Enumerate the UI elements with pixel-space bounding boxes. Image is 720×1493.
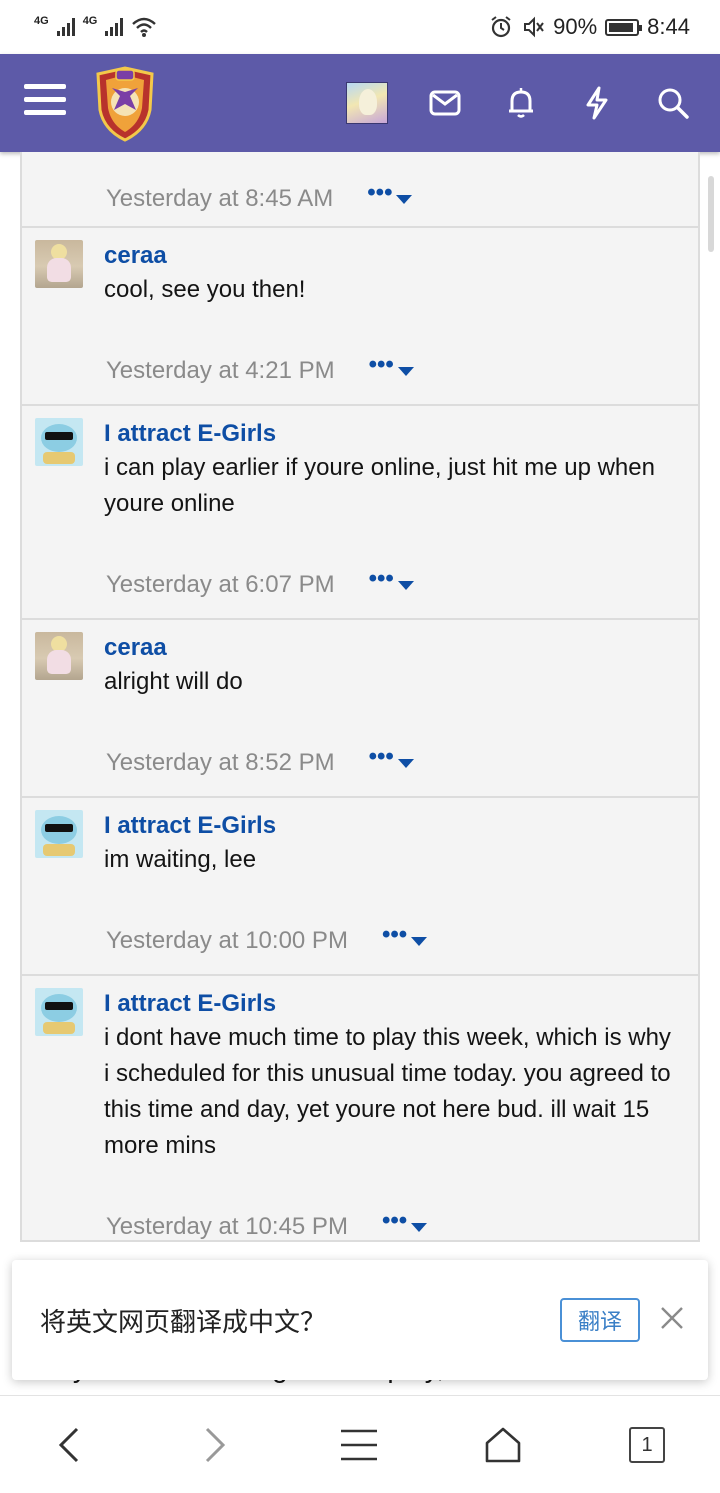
user-avatar[interactable] [346, 82, 388, 124]
bell-icon[interactable] [498, 80, 544, 126]
wifi-icon [132, 17, 157, 37]
signal-icon-2 [105, 18, 124, 36]
avatar[interactable] [35, 240, 83, 288]
app-header [0, 54, 720, 152]
network-type-1: 4G [34, 15, 49, 27]
message-text: alright will do [104, 668, 243, 695]
menu-button[interactable] [334, 1420, 384, 1470]
chevron-down-icon [411, 936, 428, 946]
battery-icon [605, 18, 643, 36]
more-dots-icon: ••• [368, 743, 394, 770]
back-button[interactable] [44, 1420, 94, 1470]
more-dots-icon: ••• [381, 921, 408, 948]
avatar[interactable] [35, 418, 83, 466]
more-menu-button[interactable]: ••• [369, 567, 414, 591]
translate-prompt: 将英文网页翻译成中文？ [40, 1307, 327, 1337]
more-dots-icon: ••• [367, 179, 393, 206]
more-menu-button[interactable]: ••• [367, 181, 413, 205]
clock: 8:44 [647, 14, 690, 39]
message-item: I attract E-Girls im waiting, lee Yester… [22, 798, 698, 976]
message-text: i dont have much time to play this week,… [104, 1024, 671, 1159]
message-text: cool, see you then! [104, 276, 306, 303]
message-item: Yesterday at 8:45 AM ••• [22, 152, 698, 228]
chevron-down-icon [411, 1222, 428, 1232]
timestamp[interactable]: Yesterday at 4:21 PM [106, 357, 335, 385]
message-text: i can play earlier if youre online, just… [104, 454, 655, 517]
timestamp[interactable]: Yesterday at 8:45 AM [106, 185, 333, 213]
message-meta: Yesterday at 10:45 PM ••• [104, 1194, 678, 1240]
username-link[interactable]: ceraa [104, 240, 678, 272]
more-dots-icon: ••• [381, 1207, 408, 1234]
more-menu-button[interactable]: ••• [369, 745, 414, 769]
home-button[interactable] [478, 1420, 528, 1470]
message-text: im waiting, lee [104, 846, 257, 873]
mute-icon [524, 16, 544, 38]
status-left: 4G 4G [34, 15, 157, 38]
timestamp[interactable]: Yesterday at 10:00 PM [106, 927, 348, 955]
tabs-button[interactable]: 1 [622, 1420, 672, 1470]
username-link[interactable]: ceraa [104, 632, 678, 664]
chevron-down-icon [397, 758, 414, 768]
alarm-icon [491, 16, 511, 38]
timestamp[interactable]: Yesterday at 8:52 PM [106, 749, 335, 777]
page-scrollbar[interactable] [708, 176, 714, 252]
chevron-down-icon [396, 194, 413, 204]
chevron-down-icon [397, 366, 414, 376]
username-link[interactable]: I attract E-Girls [104, 418, 678, 450]
signal-icon-1 [56, 18, 75, 36]
more-menu-button[interactable]: ••• [382, 1209, 428, 1233]
browser-bottom-nav: 1 [0, 1395, 720, 1493]
message-meta: Yesterday at 8:45 AM ••• [104, 164, 678, 234]
message-meta: Yesterday at 8:52 PM ••• [104, 730, 678, 796]
timestamp[interactable]: Yesterday at 10:45 PM [106, 1213, 348, 1240]
battery-percent: 90% [553, 14, 598, 39]
network-type-2: 4G [82, 15, 98, 27]
search-icon[interactable] [650, 80, 696, 126]
site-logo[interactable] [92, 66, 158, 142]
timestamp[interactable]: Yesterday at 6:07 PM [106, 571, 335, 599]
message-item: I attract E-Girls i can play earlier if … [22, 406, 698, 620]
message-meta: Yesterday at 4:21 PM ••• [104, 338, 678, 404]
message-item: ceraa cool, see you then! Yesterday at 4… [22, 228, 698, 406]
menu-icon[interactable] [24, 84, 66, 120]
message-meta: Yesterday at 6:07 PM ••• [104, 552, 678, 618]
avatar[interactable] [35, 988, 83, 1036]
status-right: 90% 8:44 [489, 14, 690, 40]
message-item: I attract E-Girls i dont have much time … [22, 976, 698, 1240]
status-bar: 4G 4G 90% 8:44 [0, 0, 720, 54]
close-icon[interactable] [658, 1304, 686, 1332]
more-menu-button[interactable]: ••• [369, 353, 414, 377]
forward-button[interactable] [190, 1420, 240, 1470]
avatar[interactable] [35, 632, 83, 680]
mail-icon[interactable] [422, 80, 468, 126]
translate-bar: 将英文网页翻译成中文？ 翻译 [12, 1260, 708, 1380]
more-menu-button[interactable]: ••• [382, 923, 428, 947]
translate-button[interactable]: 翻译 [560, 1298, 640, 1342]
username-link[interactable]: I attract E-Girls [104, 810, 678, 842]
tabs-count: 1 [629, 1427, 665, 1463]
more-dots-icon: ••• [368, 565, 394, 592]
username-link[interactable]: I attract E-Girls [104, 988, 678, 1020]
bolt-icon[interactable] [574, 80, 620, 126]
message-meta: Yesterday at 10:00 PM ••• [104, 908, 678, 974]
more-dots-icon: ••• [368, 351, 394, 378]
chevron-down-icon [397, 580, 414, 590]
avatar[interactable] [35, 810, 83, 858]
message-item: ceraa alright will do Yesterday at 8:52 … [22, 620, 698, 798]
message-thread: Yesterday at 8:45 AM ••• ceraa cool, see… [20, 152, 700, 1242]
